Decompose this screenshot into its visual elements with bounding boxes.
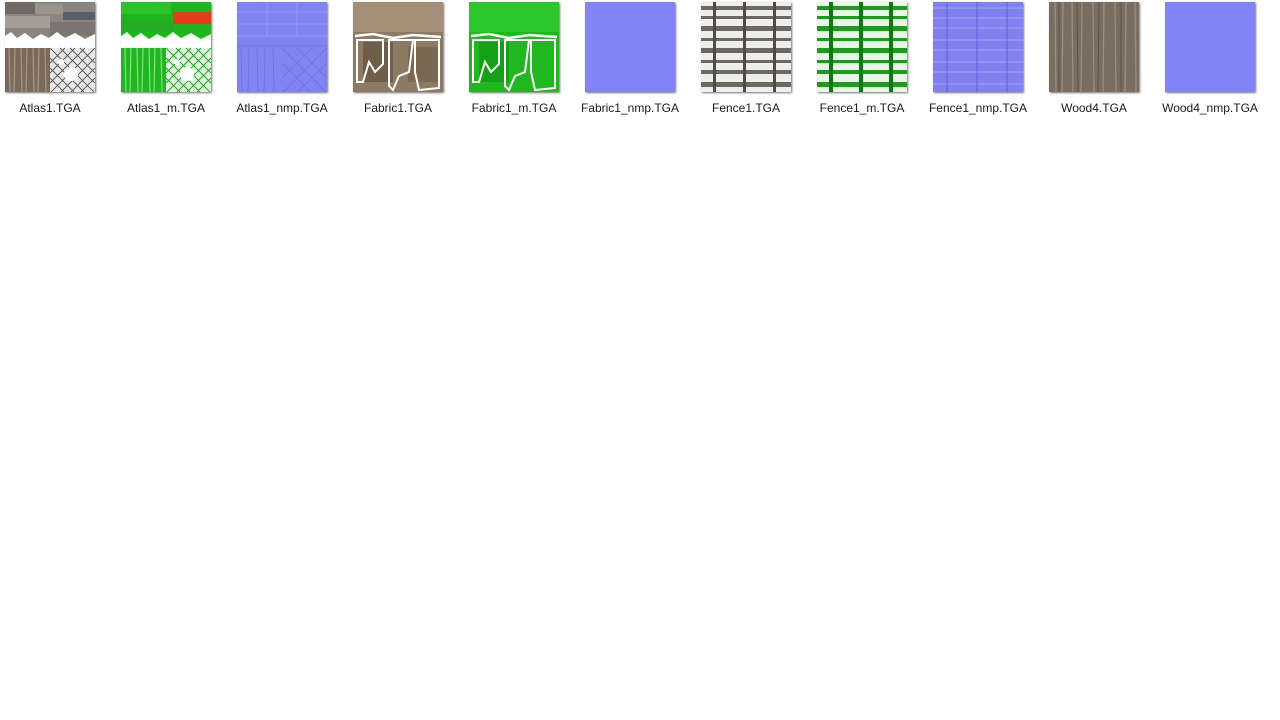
file-name: Fabric1.TGA	[363, 101, 432, 115]
file-name: Fabric1_nmp.TGA	[580, 101, 680, 115]
file-name: Fabric1_m.TGA	[471, 101, 557, 115]
wood-normal-map-thumbnail	[1165, 2, 1255, 92]
fence-mask-thumbnail	[817, 2, 907, 92]
fabric-texture-thumbnail	[353, 2, 443, 92]
fence-normal-map-thumbnail	[933, 2, 1023, 92]
file-name: Atlas1_nmp.TGA	[236, 101, 328, 115]
file-name: Wood4.TGA	[1061, 101, 1127, 115]
wood-texture-thumbnail	[1049, 2, 1139, 92]
file-grid: Atlas1.TGA Atlas1_m.TGA Atlas1_nmp.TGA F…	[0, 0, 1280, 720]
atlas-normal-map-thumbnail	[237, 2, 327, 92]
atlas-mask-thumbnail	[121, 2, 211, 92]
fabric-mask-thumbnail	[469, 2, 559, 92]
file-name: Atlas1.TGA	[19, 101, 81, 115]
file-name: Atlas1_m.TGA	[126, 101, 206, 115]
file-name: Fence1_m.TGA	[819, 101, 905, 115]
atlas-texture-thumbnail	[5, 2, 95, 92]
fence-texture-thumbnail	[701, 2, 791, 92]
fabric-normal-map-thumbnail	[585, 2, 675, 92]
file-name: Fence1_nmp.TGA	[928, 101, 1028, 115]
file-name: Fence1.TGA	[711, 101, 781, 115]
file-name: Wood4_nmp.TGA	[1162, 101, 1258, 115]
